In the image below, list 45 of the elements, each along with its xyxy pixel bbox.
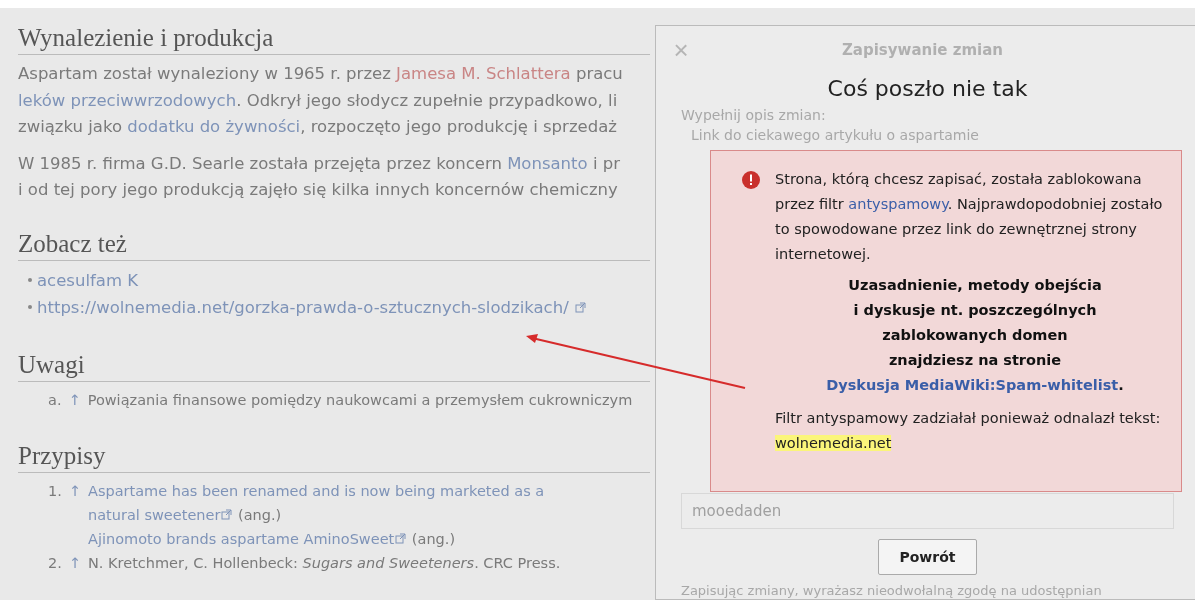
back-link[interactable]: ↑: [68, 387, 81, 412]
explanation-text: znajdziesz na stronie: [888, 351, 1062, 370]
link[interactable]: acesulfam K: [37, 266, 139, 294]
bullet-icon: [28, 305, 32, 309]
external-link-icon: [395, 532, 407, 544]
section-heading: Zobacz też: [18, 227, 650, 261]
back-link[interactable]: ↑: [68, 550, 81, 575]
reference-link[interactable]: Aspartame has been renamed and is now being marketed as a: [88, 482, 545, 499]
reference-text: Sugars and Sweeteners: [302, 554, 475, 571]
captcha-field[interactable]: mooedaden: [681, 493, 1174, 529]
paragraph: W 1985 r. firma G.D. Searle została przejęta przez koncern Monsanto i pr i od tej pory jego produkcją zajęło się kilka innych koncernów chemiczny: [18, 152, 620, 201]
paragraph: Aspartam został wynaleziony w 1965 r. przez Jamesa M. Schlattera pracu leków przeciwwrzodowych. Odkrył jego słodycz zupełnie przypadkowo, li związku jako dodatku do żywności, rozpoczęto jego produkcję i sprzedaż: [18, 63, 623, 138]
link[interactable]: https://wolnemedia.net/gorzka-prawda-o-sztucznych-slodzikach/: [37, 293, 569, 321]
external-link-icon: [221, 508, 233, 520]
error-icon: [742, 171, 760, 189]
field-label: Wypełnij opis zmian:: [680, 106, 827, 125]
reference-marker: 1.: [48, 481, 62, 501]
back-button[interactable]: Powrót: [878, 539, 977, 575]
close-button[interactable]: ×: [656, 34, 706, 66]
error-message: Strona, którą chcesz zapisać, została zablokowana przez filtr antyspamowy. Najprawdopodobniej zostało to spowodowane przez link do zewnętrznej strony internetowej.: [775, 170, 1164, 264]
explanation-text: zablokowanych domen: [882, 326, 1068, 345]
reference-text: (ang.): [410, 530, 456, 547]
reference-marker: 2.: [48, 553, 62, 573]
reference-link[interactable]: natural sweetener: [88, 506, 221, 523]
external-link-icon: [574, 301, 586, 313]
note-text: Powiązania finansowe pomiędzy naukowcami a przemysłem cukrowniczym: [87, 390, 633, 410]
section-heading: Uwagi: [18, 348, 650, 382]
license-text: Zapisując zmiany, wyrażasz nieodwołalną zgodę na udostępnian: [680, 583, 1103, 599]
back-link[interactable]: ↑: [68, 478, 81, 551]
reference-text: N. Kretchmer, C. Hollenbeck:: [88, 554, 299, 571]
dialog-title: Zapisywanie zmian: [840, 41, 1005, 59]
match-text: Filtr antyspamowy zadziałał ponieważ odnalazł tekst: wolnemedia.net: [775, 409, 1162, 453]
error-title: Coś poszło nie tak: [827, 76, 1028, 101]
explanation-text: Uzasadnienie, metody obejścia: [848, 276, 1102, 295]
note-marker: a.: [48, 390, 62, 410]
reference-text: (ang.): [236, 506, 282, 523]
section-heading: Przypisy: [18, 439, 650, 473]
summary-field[interactable]: Link do ciekawego artykułu o aspartamie: [681, 125, 989, 145]
reference-text: . CRC Press.: [474, 554, 561, 571]
reference-link[interactable]: Ajinomoto brands aspartame AminoSweet: [88, 530, 395, 547]
whitelist-link[interactable]: Dyskusja MediaWiki:Spam-whitelist: [826, 377, 1119, 393]
period: .: [1118, 377, 1124, 393]
bullet-icon: [28, 278, 32, 282]
explanation-text: i dyskusje nt. poszczególnych: [853, 301, 1097, 320]
section-heading: Wynalezienie i produkcja: [18, 22, 650, 55]
